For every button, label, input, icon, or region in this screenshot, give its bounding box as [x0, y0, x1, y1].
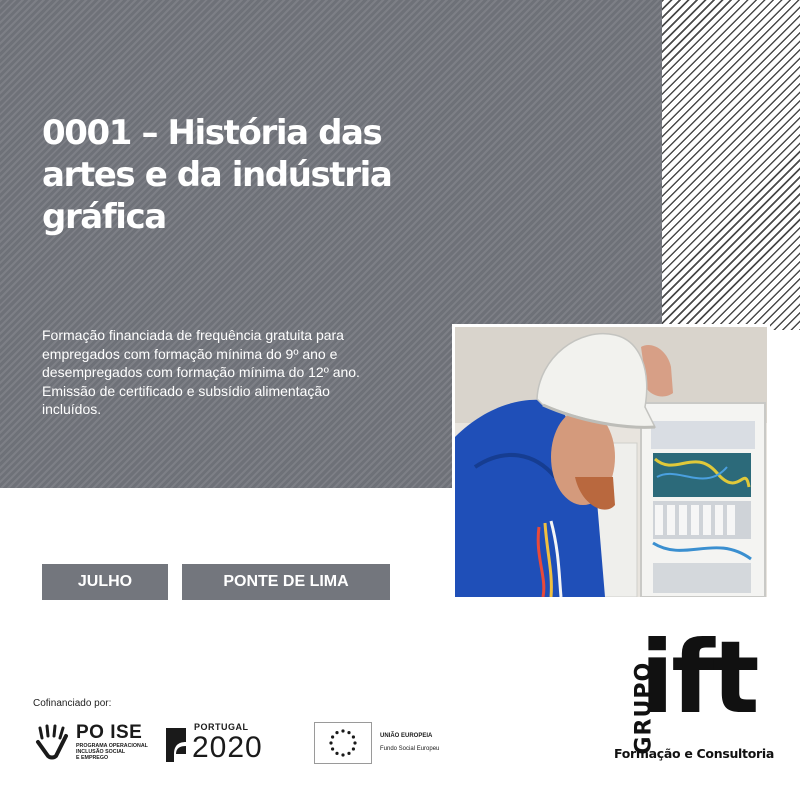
grupo-ift-logo: GRUPO ift Formação e Consultoria	[610, 619, 774, 768]
cofinanced-label: Cofinanciado por:	[33, 698, 112, 709]
portugal-year: 2020	[192, 731, 263, 764]
eu-logo: UNIÃO EUROPEIA Fundo Social Europeu	[314, 722, 454, 766]
poise-subtitle-line: E EMPREGO	[76, 755, 109, 762]
electrician-illustration	[455, 327, 767, 597]
eu-name: UNIÃO EUROPEIA	[380, 733, 433, 739]
poise-logo: PO ISE PROGRAMA OPERACIONAL INCLUSÃO SOC…	[34, 722, 150, 768]
course-description: Formação financiada de frequência gratui…	[42, 327, 360, 417]
course-title: 0001 – História das artes e da indústria…	[42, 113, 393, 237]
hand-icon	[36, 724, 68, 760]
portugal2020-logo: PORTUGAL 2020	[162, 722, 294, 768]
eu-flag-icon	[314, 722, 372, 764]
location-tag: PONTE DE LIMA	[182, 564, 390, 600]
course-poster: 0001 – História das artes e da indústria…	[0, 0, 800, 800]
poise-subtitle: PROGRAMA OPERACIONAL INCLUSÃO SOCIAL E E…	[76, 743, 156, 762]
ift-wordmark: ift	[640, 619, 760, 736]
eu-stars	[329, 729, 357, 757]
electrician-photo	[452, 324, 770, 600]
portugal2020-symbol-icon	[166, 728, 186, 762]
eu-fund: Fundo Social Europeu	[380, 746, 440, 752]
ift-tagline: Formação e Consultoria	[614, 746, 774, 761]
poise-name: PO ISE	[76, 722, 143, 743]
month-tag: JULHO	[42, 564, 168, 600]
diagonal-lines-panel	[662, 0, 800, 330]
